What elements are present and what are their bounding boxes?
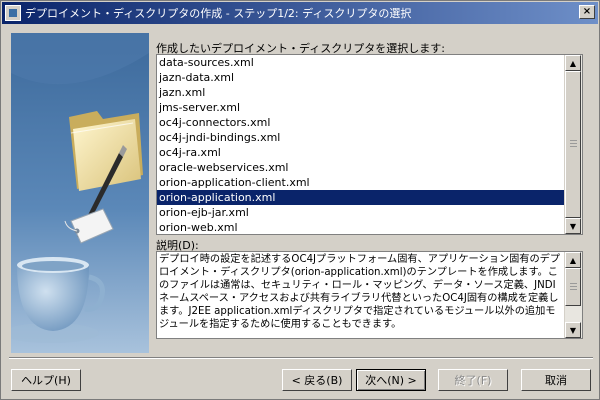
- list-item[interactable]: orion-web.xml: [157, 220, 565, 234]
- description-text: デプロイ時の設定を記述するOC4Jプラットフォーム固有、アプリケーション固有のデ…: [159, 254, 561, 330]
- divider: [9, 357, 593, 359]
- list-item[interactable]: orion-application.xml: [157, 190, 565, 205]
- wizard-artwork-image: [11, 33, 149, 353]
- thumb-grip: [570, 283, 577, 284]
- thumb-grip: [570, 286, 577, 287]
- scroll-up-button[interactable]: ▲: [565, 55, 581, 71]
- scroll-thumb[interactable]: [565, 268, 581, 306]
- list-item[interactable]: jazn.xml: [157, 85, 565, 100]
- wizard-illustration: [11, 33, 149, 353]
- list-item[interactable]: jms-server.xml: [157, 100, 565, 115]
- list-item[interactable]: orion-ejb-jar.xml: [157, 205, 565, 220]
- scroll-thumb[interactable]: [565, 71, 581, 218]
- scroll-up-button[interactable]: ▲: [565, 252, 581, 268]
- back-button[interactable]: < 戻る(B): [282, 369, 352, 391]
- scroll-down-button[interactable]: ▼: [565, 322, 581, 338]
- list-item[interactable]: oracle-webservices.xml: [157, 160, 565, 175]
- app-icon: [5, 5, 21, 21]
- dialog-window: デプロイメント・ディスクリプタの作成 - ステップ1/2: ディスクリプタの選択…: [0, 0, 600, 400]
- description-box[interactable]: デプロイ時の設定を記述するOC4Jプラットフォーム固有、アプリケーション固有のデ…: [156, 251, 583, 339]
- finish-button[interactable]: 終了(F): [438, 369, 508, 391]
- list-item[interactable]: oc4j-jndi-bindings.xml: [157, 130, 565, 145]
- list-item[interactable]: orion-application-client.xml: [157, 175, 565, 190]
- close-button[interactable]: ×: [579, 5, 595, 19]
- arrow-down-icon: ▼: [569, 325, 577, 335]
- scroll-down-button[interactable]: ▼: [565, 218, 581, 234]
- thumb-grip: [570, 140, 577, 141]
- close-icon: ×: [582, 6, 592, 17]
- thumb-grip: [570, 146, 577, 147]
- list-item[interactable]: oc4j-connectors.xml: [157, 115, 565, 130]
- thumb-grip: [570, 143, 577, 144]
- list-item[interactable]: oc4j-ra.xml: [157, 145, 565, 160]
- arrow-down-icon: ▼: [569, 221, 577, 231]
- descriptor-list[interactable]: data-sources.xml jazn-data.xml jazn.xml jms…: [156, 54, 583, 235]
- title-bar[interactable]: デプロイメント・ディスクリプタの作成 - ステップ1/2: ディスクリプタの選択…: [2, 2, 598, 24]
- next-button[interactable]: 次へ(N) >: [356, 369, 426, 391]
- arrow-up-icon: ▲: [569, 255, 577, 265]
- arrow-up-icon: ▲: [569, 58, 577, 68]
- list-item[interactable]: jazn-data.xml: [157, 70, 565, 85]
- thumb-grip: [570, 289, 577, 290]
- list-item[interactable]: data-sources.xml: [157, 55, 565, 70]
- description-scrollbar[interactable]: ▲ ▼: [564, 252, 582, 338]
- cancel-button[interactable]: 取消: [521, 369, 591, 391]
- list-scrollbar[interactable]: ▲ ▼: [564, 55, 582, 234]
- descriptor-list-items: data-sources.xml jazn-data.xml jazn.xml jms…: [157, 55, 565, 234]
- help-button[interactable]: ヘルプ(H): [11, 369, 81, 391]
- window-title: デプロイメント・ディスクリプタの作成 - ステップ1/2: ディスクリプタの選択: [25, 7, 412, 20]
